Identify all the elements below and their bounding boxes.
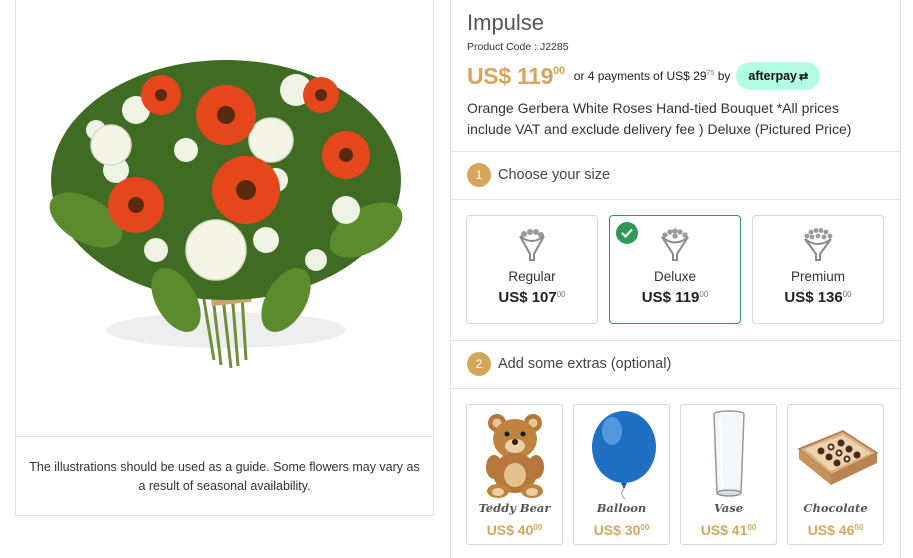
product-details: Impulse Product Code : J2285 US$ 11900 o… — [450, 0, 901, 558]
extra-price-cents: 00 — [533, 523, 543, 532]
product-title: Impulse — [467, 10, 545, 35]
step-label: Add some extras (optional) — [498, 356, 672, 372]
size-price-cents: 00 — [842, 290, 852, 299]
extra-price-cents: 00 — [640, 523, 650, 532]
afterpay-badge[interactable]: afterpay ⇄ — [736, 62, 821, 90]
size-price: US$ 13600 — [753, 289, 883, 306]
balloon-image — [591, 411, 656, 499]
extra-name: Balloon — [596, 501, 647, 515]
product-description: Orange Gerbera White Roses Hand-tied Bou… — [467, 100, 852, 137]
price-cents: 00 — [553, 64, 565, 77]
chocolate-box-image — [797, 430, 879, 485]
bouquet-small-icon — [519, 229, 545, 261]
installments-by: by — [717, 69, 731, 83]
extra-teddy-bear[interactable]: Teddy Bear US$ 4000 — [466, 404, 563, 545]
extra-price-amount: US$ 46 — [807, 522, 855, 538]
size-price-cents: 00 — [699, 290, 709, 299]
bouquet-large-icon — [804, 228, 833, 261]
extra-name: Chocolate — [803, 501, 868, 515]
price-amount: 119 — [516, 62, 554, 89]
divider — [451, 151, 900, 152]
extra-price-amount: US$ 41 — [700, 522, 748, 538]
extra-name: Vase — [713, 501, 744, 515]
extra-price-amount: US$ 30 — [593, 522, 641, 538]
size-price-amount: US$ 136 — [784, 289, 843, 306]
divider — [451, 340, 900, 341]
image-caption: The illustrations should be used as a gu… — [16, 436, 433, 516]
size-option-deluxe[interactable]: Deluxe US$ 11900 — [609, 215, 741, 324]
step-label: Choose your size — [498, 167, 611, 183]
extra-price: US$ 4100 — [681, 522, 776, 538]
afterpay-label: afterpay — [748, 69, 798, 83]
extra-balloon[interactable]: Balloon US$ 3000 — [573, 404, 670, 545]
afterpay-logo-icon: ⇄ — [799, 70, 809, 83]
size-price-amount: US$ 119 — [641, 289, 700, 306]
size-option-regular[interactable]: Regular US$ 10700 — [466, 215, 598, 324]
size-price: US$ 11900 — [610, 289, 740, 306]
price-row: US$ 11900 or 4 payments of US$ 2975 by a… — [467, 60, 821, 92]
size-label: Regular — [508, 269, 556, 284]
vase-image — [712, 410, 745, 497]
extra-price: US$ 4000 — [467, 522, 562, 538]
teddy-bear-image — [485, 414, 544, 498]
bouquet-medium-icon — [661, 228, 689, 261]
product-image-card: The illustrations should be used as a gu… — [15, 0, 434, 516]
installments-text: or 4 payments of US$ 2975 by — [574, 69, 731, 83]
extra-name: Teddy Bear — [478, 501, 551, 515]
extra-price: US$ 4600 — [788, 522, 883, 538]
product-code: Product Code : J2285 — [467, 41, 569, 53]
installments-cents: 75 — [706, 70, 715, 77]
price-currency: US$ — [467, 62, 511, 89]
size-price: US$ 10700 — [467, 289, 597, 306]
extra-price: US$ 3000 — [574, 522, 669, 538]
selected-check-icon — [616, 222, 638, 244]
divider — [451, 199, 900, 200]
extra-price-cents: 00 — [747, 523, 757, 532]
bouquet-image — [49, 60, 403, 369]
step-choose-size: 1 Choose your size — [467, 163, 610, 187]
step-number: 1 — [467, 163, 491, 187]
size-price-amount: US$ 107 — [498, 289, 557, 306]
size-label: Premium — [790, 269, 845, 284]
size-label: Deluxe — [653, 269, 697, 284]
size-option-premium[interactable]: Premium US$ 13600 — [752, 215, 884, 324]
divider — [451, 388, 900, 389]
extra-price-cents: 00 — [854, 523, 864, 532]
size-price-cents: 00 — [556, 290, 566, 299]
extra-chocolate[interactable]: Chocolate US$ 4600 — [787, 404, 884, 545]
product-image[interactable] — [16, 0, 433, 436]
installments-amount: or 4 payments of US$ 29 — [573, 69, 707, 83]
extra-price-amount: US$ 40 — [486, 522, 534, 538]
step-number: 2 — [467, 352, 491, 376]
extra-vase[interactable]: Vase US$ 4100 — [680, 404, 777, 545]
step-add-extras: 2 Add some extras (optional) — [467, 352, 671, 376]
product-price: US$ 11900 — [467, 63, 565, 90]
